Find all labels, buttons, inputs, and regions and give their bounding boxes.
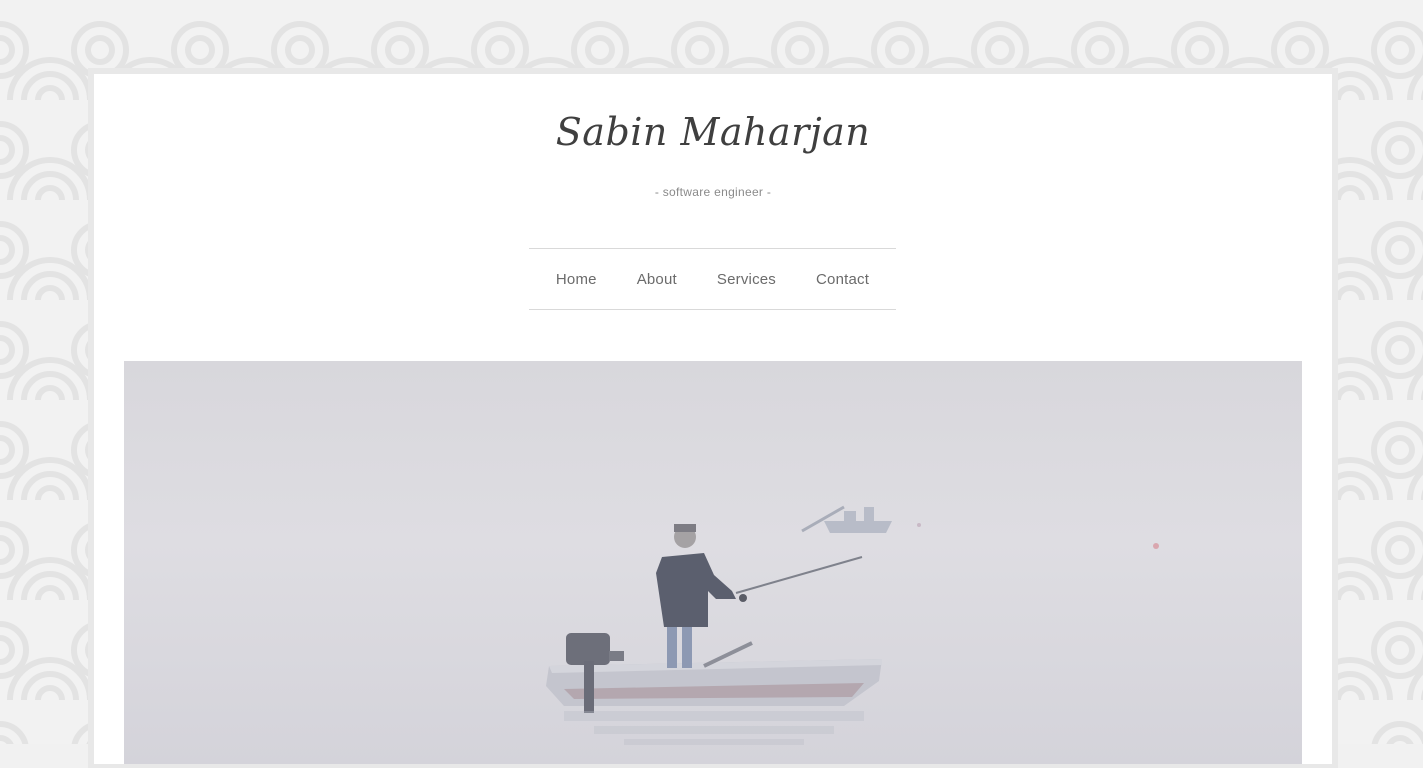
hero-image [124, 361, 1302, 764]
content-card: Sabin Maharjan - software engineer - Hom… [94, 74, 1332, 764]
nav-item-services[interactable]: Services [697, 271, 796, 288]
nav-item-about[interactable]: About [617, 271, 697, 288]
nav-item-home[interactable]: Home [536, 271, 617, 288]
site-title[interactable]: Sabin Maharjan [94, 110, 1332, 154]
main-navigation: Home About Services Contact [529, 248, 896, 310]
site-tagline: - software engineer - [654, 185, 772, 199]
nav-item-contact[interactable]: Contact [796, 271, 889, 288]
